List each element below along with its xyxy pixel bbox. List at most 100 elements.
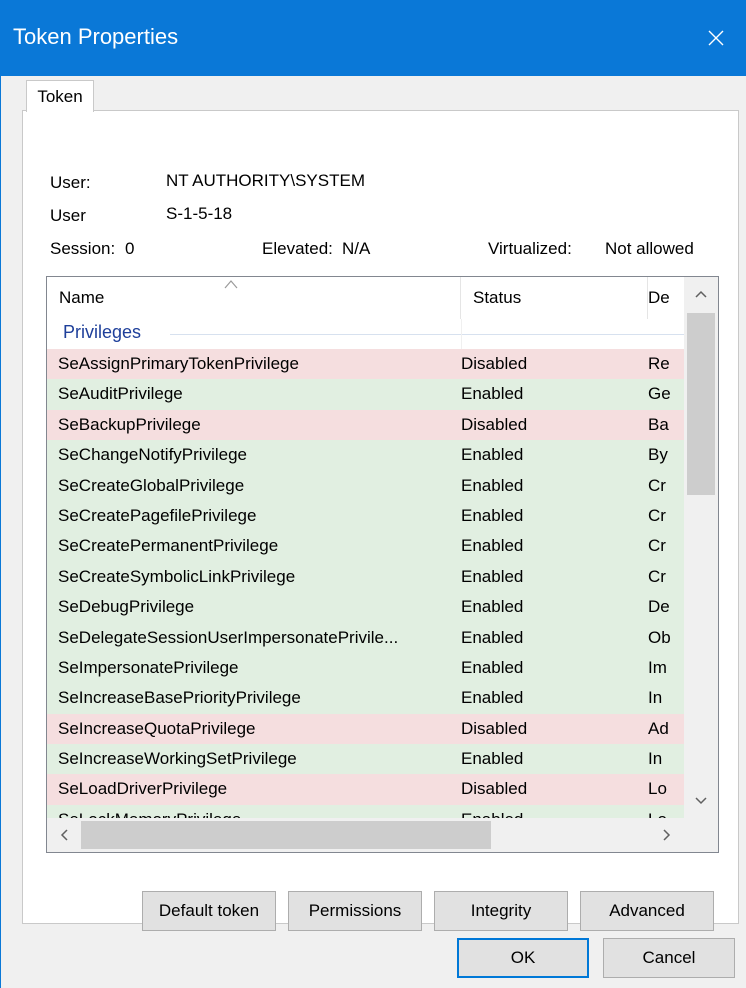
privilege-description: Im [648,657,667,677]
scroll-up-button[interactable] [684,277,718,311]
privilege-status: Enabled [461,688,524,708]
privilege-description: By [648,445,668,465]
table-row[interactable]: SeCreateSymbolicLinkPrivilege Enabled Cr [47,561,684,593]
table-row[interactable]: SeIncreaseBasePriorityPrivilege Enabled In [47,683,684,714]
close-icon [708,30,724,46]
privilege-description: In [648,688,663,708]
privilege-name: SeCreateSymbolicLinkPrivilege [58,566,296,586]
integrity-button[interactable]: Integrity [434,891,568,931]
table-row[interactable]: SeAssignPrimaryTokenPrivilege Disabled Re [47,349,684,380]
elevated-label: Elevated: [262,239,333,258]
title-bar: Token Properties [0,0,746,76]
privilege-description: Ba [648,414,669,434]
privilege-name: SeIncreaseQuotaPrivilege [58,718,256,738]
scroll-down-button[interactable] [684,784,718,818]
chevron-down-icon [695,797,707,805]
privilege-status: Enabled [461,657,524,677]
table-row[interactable]: SeIncreaseWorkingSetPrivilege Enabled In [47,744,684,775]
chevron-left-icon [60,829,68,841]
ok-button[interactable]: OK [457,938,589,978]
privileges-list[interactable]: Name Status De Privileges SeAssignPrimar… [46,276,719,853]
privilege-description: Cr [648,536,666,556]
privilege-name: SeDelegateSessionUserImpersonatePrivile.… [58,627,399,647]
privilege-name: SeIncreaseBasePriorityPrivilege [58,688,301,708]
privilege-name: SeCreatePagefilePrivilege [58,505,257,525]
privilege-name: SeChangeNotifyPrivilege [58,445,247,465]
privilege-status: Enabled [461,445,524,465]
group-divider [170,334,684,335]
privilege-status: Disabled [461,718,528,738]
column-name-label: Name [59,288,105,307]
privilege-description: Cr [648,475,666,495]
privilege-description: Re [648,354,670,373]
vertical-scroll-thumb[interactable] [687,313,715,495]
tab-label: Token [37,86,83,106]
scroll-left-button[interactable] [47,818,81,852]
virtualized-value: Not allowed [605,239,694,258]
tab-token[interactable]: Token [26,80,94,112]
privilege-status: Disabled [461,779,528,799]
horizontal-scrollbar[interactable] [47,818,718,852]
privilege-name: SeDebugPrivilege [58,597,195,617]
privilege-name: SeLoadDriverPrivilege [58,779,228,799]
vertical-scrollbar[interactable] [684,277,718,818]
close-button[interactable] [686,0,746,76]
column-header-status[interactable]: Status [461,277,648,319]
column-status-label: Status [473,288,522,307]
table-row[interactable]: SeLoadDriverPrivilege Disabled Lo [47,774,684,805]
virtualized-label: Virtualized: [488,239,572,258]
table-row[interactable]: SeCreateGlobalPrivilege Enabled Cr [47,470,684,501]
privilege-name: SeImpersonatePrivilege [58,657,239,677]
privilege-name: SeCreateGlobalPrivilege [58,475,245,495]
permissions-button[interactable]: Permissions [288,891,422,931]
scrollbar-corner [684,818,718,852]
privilege-name: SeAssignPrimaryTokenPrivilege [58,354,299,373]
sort-ascending-icon [224,280,238,289]
privilege-name: SeBackupPrivilege [58,414,201,434]
elevated-value: N/A [342,239,371,258]
token-panel: User: NT AUTHORITY\SYSTEM User S-1-5-18 … [22,110,739,931]
table-row[interactable]: SeCreatePermanentPrivilege Enabled Cr [47,531,684,562]
user-label: User: [50,173,91,192]
table-row[interactable]: SeBackupPrivilege Disabled Ba [47,409,684,441]
privilege-status: Enabled [461,536,524,556]
privilege-description: Lo [648,779,667,799]
group-header-privileges[interactable]: Privileges [47,319,684,349]
scroll-right-button[interactable] [650,818,684,852]
user-value: NT AUTHORITY\SYSTEM [166,171,365,190]
table-row[interactable]: SeIncreaseQuotaPrivilege Disabled Ad [47,713,684,745]
chevron-up-icon [695,290,707,298]
table-row[interactable]: SeCreatePagefilePrivilege Enabled Cr [47,500,684,532]
table-row[interactable]: SeAuditPrivilege Enabled Ge [47,379,684,410]
privilege-status: Disabled [461,414,528,434]
privilege-status: Enabled [461,627,524,647]
privilege-description: Cr [648,566,666,586]
column-header-description[interactable]: De [648,277,684,319]
default-token-button[interactable]: Default token [142,891,276,931]
privilege-status: Enabled [461,749,524,769]
sid-label: User [50,206,86,225]
table-row[interactable]: SeChangeNotifyPrivilege Enabled By [47,440,684,471]
privilege-status: Enabled [461,597,524,617]
privilege-rows: SeAssignPrimaryTokenPrivilege Disabled Re S… [47,349,684,852]
group-label: Privileges [63,322,142,342]
chevron-right-icon [663,829,671,841]
privilege-description: Ad [648,718,669,738]
sid-value: S-1-5-18 [166,204,233,223]
privilege-description: Cr [648,505,666,525]
cancel-button[interactable]: Cancel [603,938,735,978]
column-header-name[interactable]: Name [47,277,461,319]
table-row[interactable]: SeDelegateSessionUserImpersonatePrivile.… [47,622,684,653]
privilege-name: SeCreatePermanentPrivilege [58,536,279,556]
privilege-description: De [648,597,670,617]
privilege-name: SeIncreaseWorkingSetPrivilege [58,749,297,769]
privilege-description: Ob [648,627,671,647]
privilege-description: In [648,749,663,769]
table-row[interactable]: SeDebugPrivilege Enabled De [47,592,684,623]
session-label: Session: [50,239,116,258]
horizontal-scroll-thumb[interactable] [81,821,491,849]
advanced-button[interactable]: Advanced [580,891,714,931]
window-title: Token Properties [13,24,179,49]
table-row[interactable]: SeImpersonatePrivilege Enabled Im [47,652,684,684]
privilege-name: SeAuditPrivilege [58,384,183,404]
